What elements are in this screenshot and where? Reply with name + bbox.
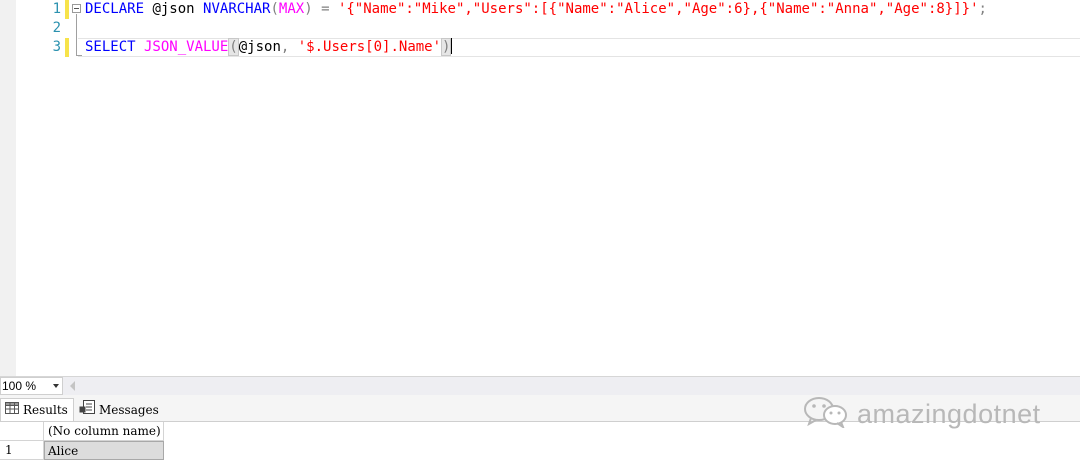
tab-messages-label: Messages <box>99 402 159 417</box>
paren-open: ( <box>270 1 279 17</box>
watermark: amazingdotnet <box>803 396 1041 432</box>
equals-operator: = <box>312 1 338 17</box>
messages-icon <box>79 399 95 421</box>
tab-results-label: Results <box>23 403 68 417</box>
code-line-3[interactable]: SELECT JSON_VALUE(@json, '$.Users[0].Nam… <box>85 38 453 57</box>
grid-icon <box>5 399 19 421</box>
keyword-select: SELECT <box>85 39 136 55</box>
variable-json: @json <box>144 1 204 17</box>
comma: , <box>280 39 298 55</box>
wechat-icon <box>803 396 849 432</box>
collapse-toggle-icon[interactable] <box>72 4 81 13</box>
paren-close-matched: ) <box>441 38 452 56</box>
semicolon: ; <box>978 1 987 17</box>
tab-results[interactable]: Results <box>0 398 74 421</box>
path-string-literal: '$.Users[0].Name' <box>297 39 442 55</box>
change-indicator-line-3 <box>65 38 69 57</box>
tab-messages[interactable]: Messages <box>77 398 159 421</box>
json-string-literal: '{"Name":"Mike","Users":[{"Name":"Alice"… <box>337 1 979 17</box>
watermark-text: amazingdotnet <box>857 398 1041 429</box>
column-header[interactable]: (No column name) <box>44 422 164 441</box>
zoom-value: 100 % <box>2 379 37 393</box>
change-indicator-line-1 <box>65 0 69 19</box>
paren-open-matched: ( <box>228 38 239 56</box>
editor-status-bar: 100 % <box>0 376 1080 395</box>
query-editor[interactable]: 1 2 3 DECLARE @json NVARCHAR(MAX) = '{"N… <box>0 0 1080 376</box>
paren-close: ) <box>304 1 313 17</box>
grid-corner[interactable] <box>0 422 44 441</box>
result-cell[interactable]: Alice <box>44 441 164 460</box>
chevron-down-icon[interactable] <box>53 384 59 388</box>
code-line-1[interactable]: DECLARE @json NVARCHAR(MAX) = '{"Name":"… <box>85 0 987 19</box>
line-number-2: 2 <box>52 20 61 36</box>
keyword-declare: DECLARE <box>85 1 145 17</box>
scroll-left-icon[interactable] <box>70 381 75 391</box>
editor-margin <box>0 0 16 376</box>
function-json-value: JSON_VALUE <box>135 39 229 55</box>
argument-json: @json <box>238 39 281 55</box>
zoom-dropdown[interactable]: 100 % <box>0 377 63 395</box>
line-number-3: 3 <box>52 39 61 55</box>
type-nvarchar: NVARCHAR <box>203 1 271 17</box>
keyword-max: MAX <box>278 1 305 17</box>
outline-guide <box>76 14 77 55</box>
line-number-1: 1 <box>52 1 61 17</box>
text-caret <box>451 38 453 54</box>
row-number[interactable]: 1 <box>0 441 44 460</box>
